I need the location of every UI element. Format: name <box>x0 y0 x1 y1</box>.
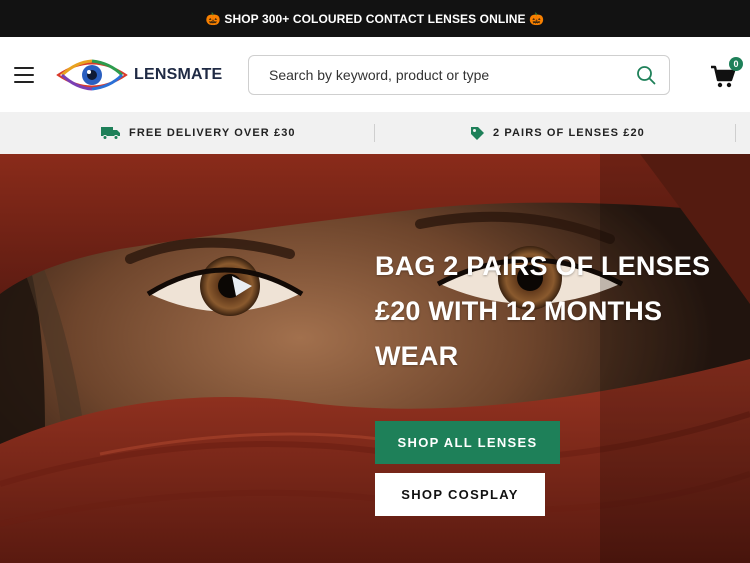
announcement-text: 🎃 SHOP 300+ COLOURED CONTACT LENSES ONLI… <box>205 11 545 26</box>
delivery-truck-icon <box>101 127 120 140</box>
price-tag-icon <box>471 126 484 140</box>
usp-item-offer: 2 PAIRS OF LENSES £20 <box>470 112 645 154</box>
cart-count-badge: 0 <box>729 57 743 71</box>
hamburger-icon[interactable] <box>14 66 34 83</box>
search-icon[interactable] <box>635 64 657 86</box>
site-header: LENSMATE 0 <box>0 37 750 112</box>
usp-divider <box>374 124 375 142</box>
eye-logo-icon <box>56 59 128 90</box>
shop-all-lenses-button[interactable]: SHOP ALL LENSES <box>375 421 560 464</box>
usp-label: 2 PAIRS OF LENSES £20 <box>493 127 645 139</box>
logo-text: LENSMATE <box>134 65 223 83</box>
usp-item-delivery: FREE DELIVERY OVER £30 <box>101 112 296 154</box>
logo[interactable]: LENSMATE <box>56 58 222 92</box>
search-input[interactable] <box>269 67 635 83</box>
shop-cosplay-button[interactable]: SHOP COSPLAY <box>375 473 545 516</box>
hero-heading: BAG 2 PAIRS OF LENSES £20 WITH 12 MONTHS… <box>375 251 711 371</box>
announcement-bar: 🎃 SHOP 300+ COLOURED CONTACT LENSES ONLI… <box>0 0 750 37</box>
usp-bar: FREE DELIVERY OVER £30 2 PAIRS OF LENSES… <box>0 112 750 154</box>
usp-divider <box>735 124 736 142</box>
hero-banner: BAG 2 PAIRS OF LENSES £20 WITH 12 MONTHS… <box>0 154 750 563</box>
usp-label: FREE DELIVERY OVER £30 <box>129 127 296 139</box>
search-box <box>248 55 670 95</box>
cart-button[interactable]: 0 <box>710 57 743 89</box>
